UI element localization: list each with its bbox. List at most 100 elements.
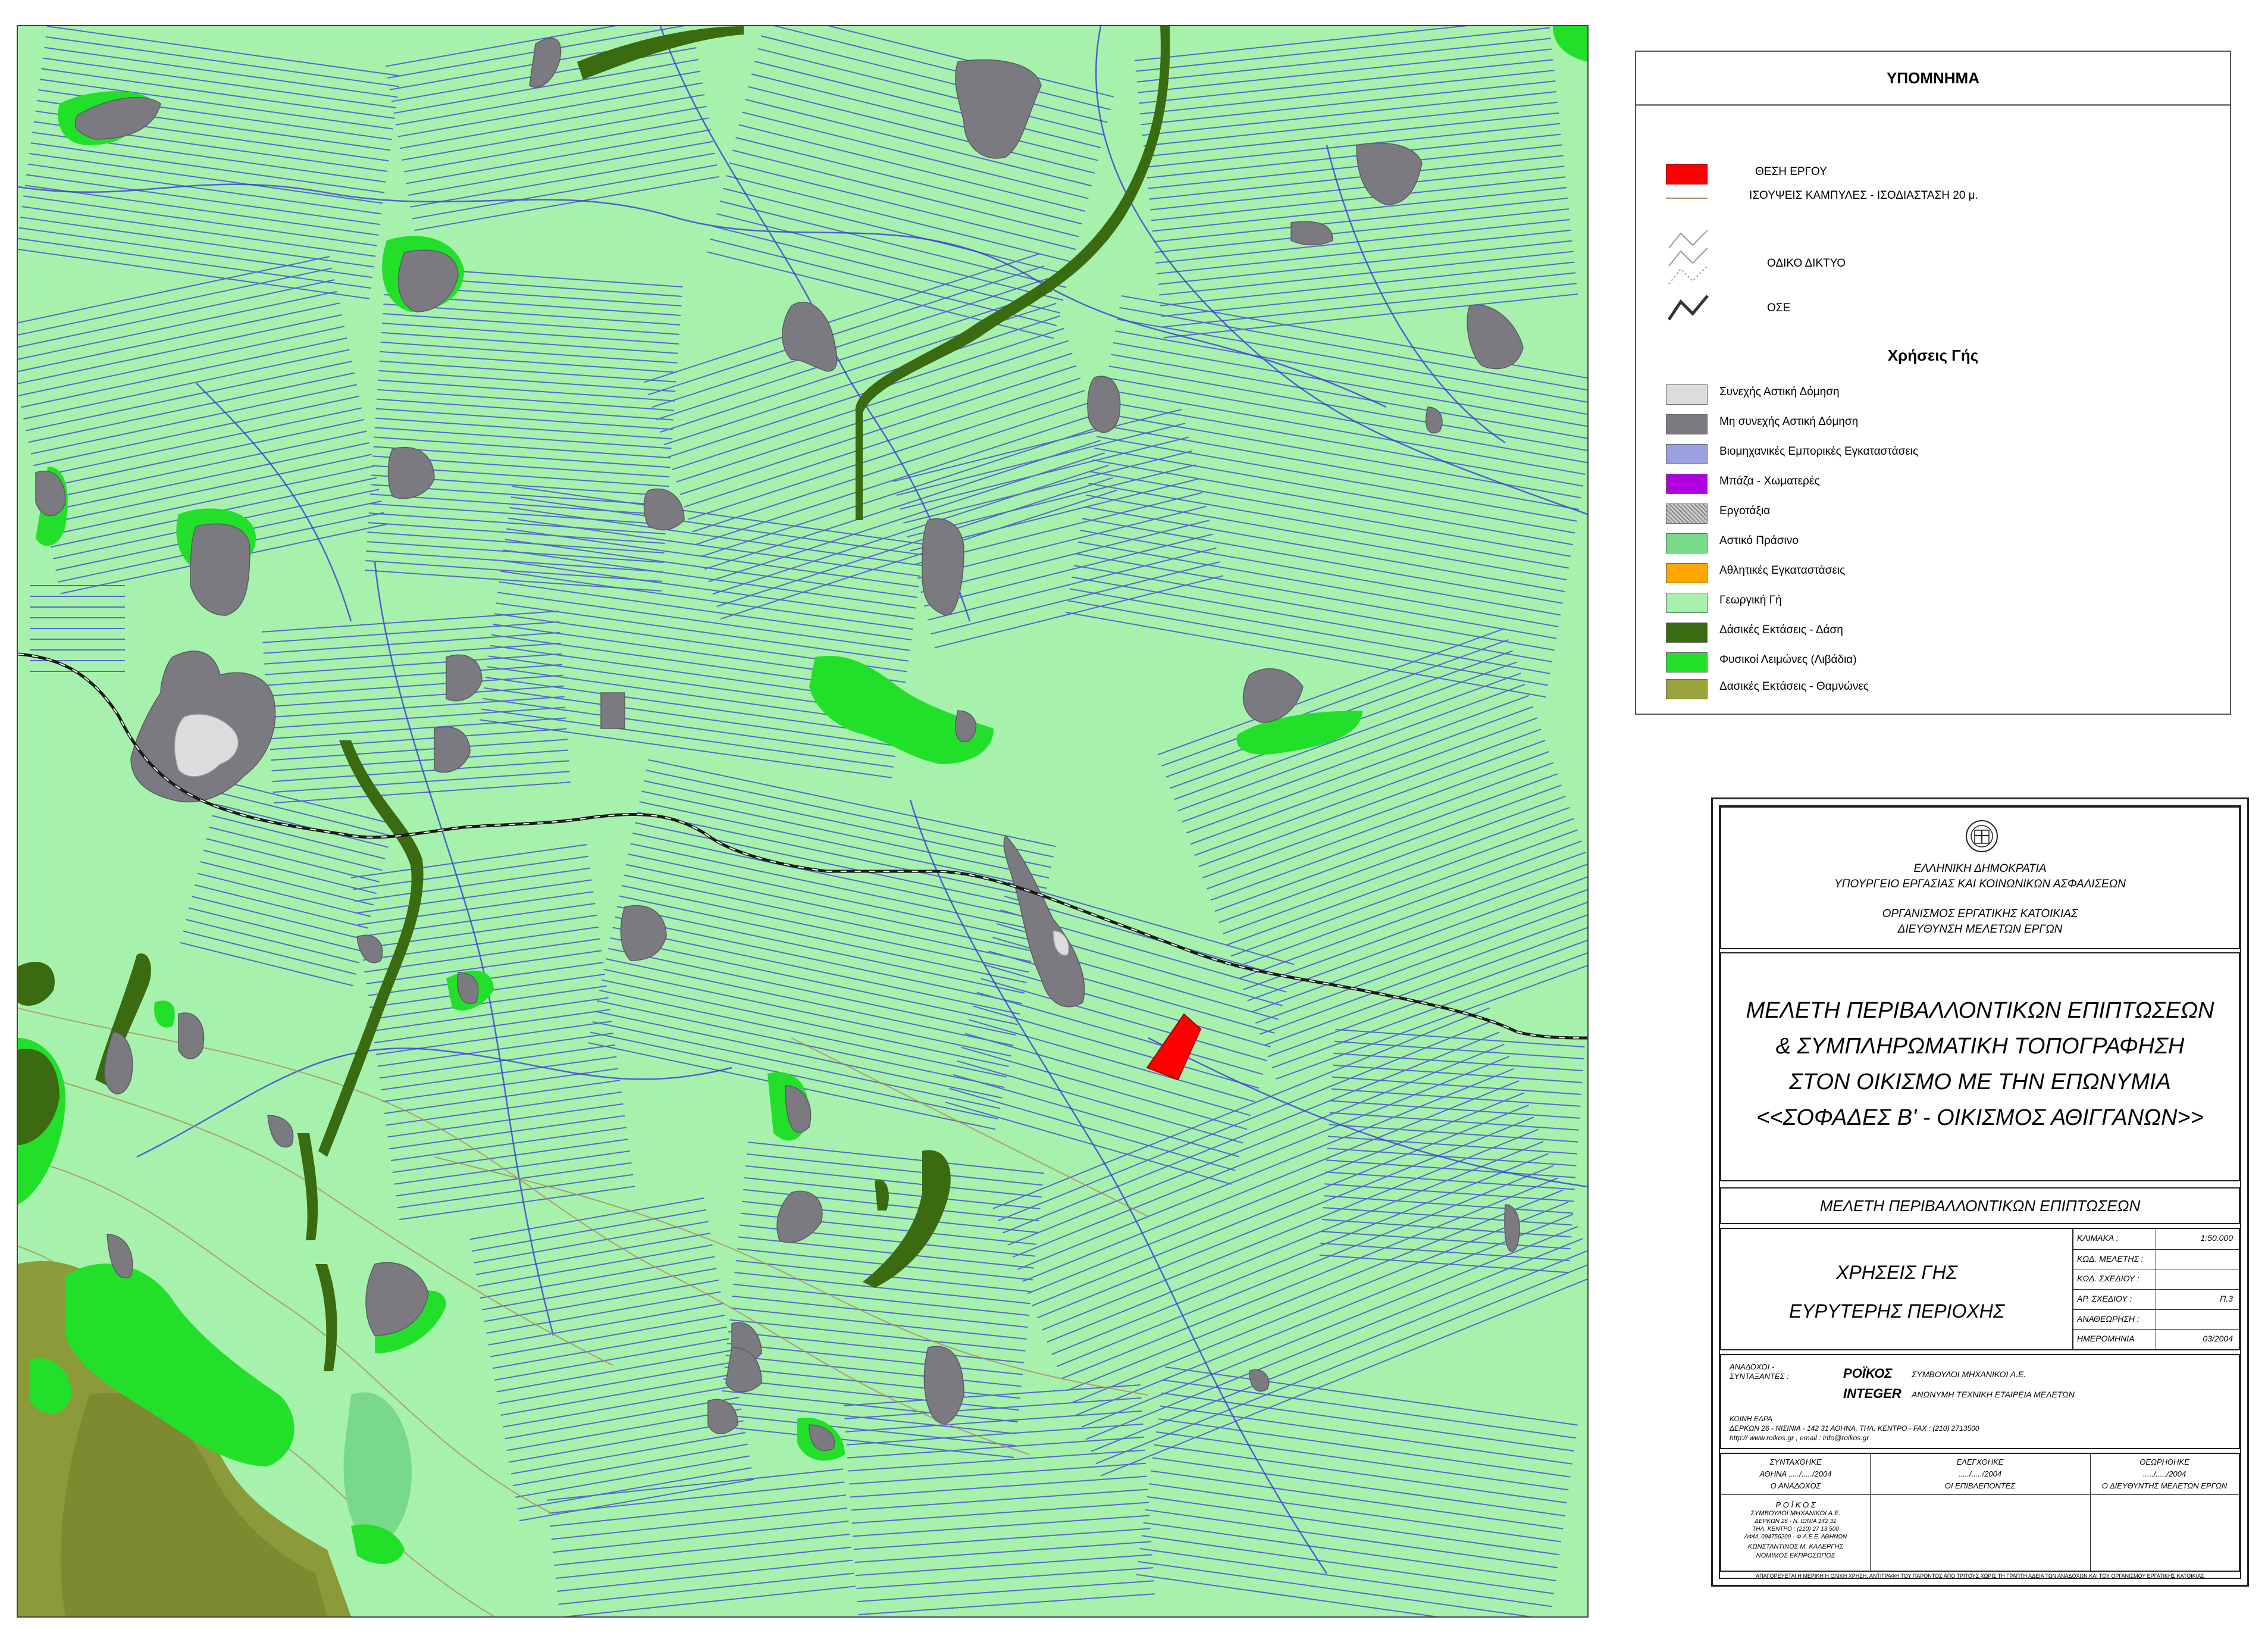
legend-label: Δασικές Εκτάσεις - Θαμνώνες bbox=[1719, 680, 1869, 693]
address-line-1: ΚΟΙΝΗ ΕΔΡΑ bbox=[1730, 1415, 1772, 1423]
land-use-swatch bbox=[1666, 533, 1708, 553]
field-label: ΚΩΔ. ΜΕΛΕΤΗΣ : bbox=[2077, 1253, 2144, 1263]
address-line-3: http:// www.roikos.gr , email : info@roi… bbox=[1730, 1434, 1869, 1442]
land-use-swatch bbox=[1666, 679, 1708, 699]
org-line-2: ΥΠΟΥΡΓΕΙΟ ΕΡΓΑΣΙΑΣ ΚΑΙ ΚΟΙΝΩΝΙΚΩΝ ΑΣΦΑΛΙ… bbox=[1834, 878, 2126, 890]
legend-label: Αστικό Πράσινο bbox=[1719, 534, 1799, 547]
field-value: Π.3 bbox=[2220, 1294, 2233, 1303]
contractor-2-desc: ΑΝΩΝΥΜΗ ΤΕΧΝΙΚΗ ΕΤΑΙΡΕΙΑ ΜΕΛΕΤΩΝ bbox=[1912, 1390, 2075, 1399]
legend-item-land-use: Εργοτάξια bbox=[1636, 501, 2230, 525]
legend-label: Αθλητικές Εγκαταστάσεις bbox=[1719, 564, 1846, 577]
drawing-title-line-2: ΕΥΡΥΤΕΡΗΣ ΠΕΡΙΟΧΗΣ bbox=[1788, 1300, 2005, 1322]
study-box: ΜΕΛΕΤΗ ΠΕΡΙΒΑΛΛΟΝΤΙΚΩΝ ΕΠΙΠΤΩΣΕΩΝ bbox=[1720, 1187, 2240, 1224]
field-label: ΗΜΕΡΟΜΗΝΙΑ bbox=[2077, 1334, 2135, 1344]
road-network-icon bbox=[1668, 230, 1708, 284]
issuer-box: ΕΛΛΗΝΙΚΗ ΔΗΜΟΚΡΑΤΙΑ ΥΠΟΥΡΓΕΙΟ ΕΡΓΑΣΙΑΣ Κ… bbox=[1720, 806, 2240, 949]
land-use-swatch bbox=[1666, 384, 1708, 405]
legend-item-land-use: Συνεχής Αστική Δόμηση bbox=[1636, 382, 2230, 406]
org-line-4: ΔΙΕΥΘΥΝΣΗ ΜΕΛΕΤΩΝ ΕΡΓΩΝ bbox=[1897, 923, 2063, 936]
sig-2-role: ΟΙ ΕΠΙΒΛΕΠΟΝΤΕΣ bbox=[1944, 1481, 2016, 1490]
legend-item-land-use: Αστικό Πράσινο bbox=[1636, 531, 2230, 555]
stamp-line: ΚΩΝΣΤΑΝΤΙΝΟΣ Μ. ΚΑΛΕΡΓΗΣ bbox=[1747, 1543, 1844, 1550]
stamp-line: Ρ Ο Ϊ Κ Ο Σ bbox=[1775, 1500, 1816, 1509]
study-name: ΜΕΛΕΤΗ ΠΕΡΙΒΑΛΛΟΝΤΙΚΩΝ ΕΠΙΠΤΩΣΕΩΝ bbox=[1819, 1197, 2141, 1215]
stamp-line: ΑΦΜ: 094756209 · Φ.Α.Ε.Ε. ΑΘΗΝΩΝ bbox=[1744, 1534, 1847, 1540]
legend-label: ΘΕΣΗ ΕΡΓΟΥ bbox=[1755, 165, 1827, 178]
project-title-line-3: ΣΤΟΝ ΟΙΚΙΣΜΟ ΜΕ ΤΗΝ ΕΠΩΝΥΜΙΑ bbox=[1789, 1069, 2171, 1094]
stamp-line: ΤΗΛ. ΚΕΝΤΡΟ : (210) 27 13 500 bbox=[1752, 1526, 1839, 1532]
land-use-swatch bbox=[1666, 503, 1708, 524]
land-use-swatch bbox=[1666, 593, 1708, 613]
project-site-swatch bbox=[1666, 164, 1708, 184]
legend-item-land-use: Μπάζα - Χωματερές bbox=[1636, 471, 2230, 495]
stamp-line: ΔΕΡΚΩΝ 26 · Ν. ΙΩΝΙΑ 142 31 bbox=[1755, 1518, 1837, 1525]
project-title-box: ΜΕΛΕΤΗ ΠΕΡΙΒΑΛΛΟΝΤΙΚΩΝ ΕΠΙΠΤΩΣΕΩΝ & ΣΥΜΠ… bbox=[1720, 952, 2240, 1181]
field-row: ΑΡ. ΣΧΕΔΙΟΥ : Π.3 bbox=[2072, 1289, 2239, 1310]
legend-label: ΙΣΟΥΨΕΙΣ ΚΑΜΠΥΛΕΣ - ΙΣΟΔΙΑΣΤΑΣΗ 20 μ. bbox=[1749, 189, 1978, 202]
legend-item-land-use: Δασικές Εκτάσεις - Θαμνώνες bbox=[1636, 677, 2230, 700]
contractor-1-name: ΡΟΪΚΟΣ bbox=[1843, 1366, 1893, 1381]
sig-1-role: Ο ΑΝΑΔΟΧΟΣ bbox=[1770, 1481, 1821, 1490]
field-row: ΗΜΕΡΟΜΗΝΙΑ 03/2004 bbox=[2072, 1329, 2239, 1350]
sig-3-title: ΘΕΩΡΗΘΗΚΕ bbox=[2139, 1458, 2189, 1466]
legend-label: Φυσικοί Λειμώνες (Λιβάδια) bbox=[1719, 653, 1857, 666]
legend-item-contours: ΙΣΟΥΨΕΙΣ ΚΑΜΠΥΛΕΣ - ΙΣΟΔΙΑΣΤΑΣΗ 20 μ. bbox=[1636, 186, 2230, 209]
stamp-line: ΣΥΜΒΟΥΛΟΙ ΜΗΧΑΝΙΚΟΙ Α.Ε. bbox=[1750, 1510, 1841, 1517]
legend-label: Μη συνεχής Αστική Δόμηση bbox=[1719, 415, 1859, 428]
land-use-swatch bbox=[1666, 563, 1708, 583]
legend-item-land-use: Φυσικοί Λειμώνες (Λιβάδια) bbox=[1636, 650, 2230, 674]
project-title-line-2: & ΣΥΜΠΛΗΡΩΜΑΤΙΚΗ ΤΟΠΟΓΡΑΦΗΣΗ bbox=[1775, 1034, 2185, 1059]
org-line-3: ΟΡΓΑΝΙΣΜΟΣ ΕΡΓΑΤΙΚΗΣ ΚΑΤΟΙΚΙΑΣ bbox=[1882, 908, 2078, 920]
legend-label: Συνεχής Αστική Δόμηση bbox=[1719, 386, 1840, 398]
contractor-2-name: INTEGER bbox=[1843, 1386, 1902, 1401]
legend-label: Εργοτάξια bbox=[1719, 505, 1771, 517]
sig-1-date: ΑΘΗΝΑ ...../...../2004 bbox=[1759, 1469, 1832, 1478]
sig-3-role: Ο ΔΙΕΥΘΥΝΤΗΣ ΜΕΛΕΤΩΝ ΕΡΓΩΝ bbox=[2101, 1481, 2228, 1490]
sig-2-date: ...../...../2004 bbox=[1958, 1469, 2002, 1478]
stamp-line: ΝΟΜΙΜΟΣ ΕΚΠΡΟΣΩΠΟΣ bbox=[1756, 1552, 1835, 1559]
land-use-swatch bbox=[1666, 623, 1708, 643]
address-line-2: ΔΕΡΚΩΝ 26 - ΝΙΣΙΝΙΑ - 142 31 ΑΘΗΝΑ, ΤΗΛ.… bbox=[1730, 1424, 1979, 1433]
legend-item-land-use: Δάσικές Εκτάσεις - Δάση bbox=[1636, 620, 2230, 644]
legend-label: Γεωργική Γή bbox=[1719, 594, 1782, 606]
drawing-title-line-1: ΧΡΗΣΕΙΣ ΓΗΣ bbox=[1836, 1262, 1957, 1283]
drawing-fields: ΚΛΙΜΑΚΑ : 1:50.000 ΚΩΔ. ΜΕΛΕΤΗΣ : ΚΩΔ. ΣΧΕΔ… bbox=[2072, 1229, 2239, 1350]
title-block: ΕΛΛΗΝΙΚΗ ΔΗΜΟΚΡΑΤΙΑ ΥΠΟΥΡΓΕΙΟ ΕΡΓΑΣΙΑΣ Κ… bbox=[1711, 797, 2249, 1587]
land-use-title: Χρήσεις Γής bbox=[1887, 346, 1979, 364]
sig-1-title: ΣΥΝΤΑΧΘΗΚΕ bbox=[1769, 1458, 1822, 1466]
contractors-box: ΑΝΑΔΟΧΟΙ - ΣΥΝΤΑΞΑΝΤΕΣ : ΡΟΪΚΟΣ ΣΥΜΒΟΥΛΟ… bbox=[1720, 1354, 2240, 1449]
legend-item-land-use: Βιομηχανικές Εμπορικές Εγκαταστάσεις bbox=[1636, 442, 2230, 465]
project-title-line-1: ΜΕΛΕΤΗ ΠΕΡΙΒΑΛΛΟΝΤΙΚΩΝ ΕΠΙΠΤΩΣΕΩΝ bbox=[1746, 998, 2214, 1023]
land-use-swatch bbox=[1666, 474, 1708, 494]
field-row: ΚΩΔ. ΣΧΕΔΙΟΥ : bbox=[2072, 1269, 2239, 1290]
greek-emblem-icon bbox=[1966, 820, 1998, 852]
land-use-swatch bbox=[1666, 652, 1708, 673]
contractor-1-desc: ΣΥΜΒΟΥΛΟΙ ΜΗΧΑΝΙΚΟΙ Α.Ε. bbox=[1912, 1369, 2026, 1379]
field-label: ΚΩΔ. ΣΧΕΔΙΟΥ : bbox=[2077, 1274, 2139, 1284]
sig-2-title: ΕΛΕΓΧΘΗΚΕ bbox=[1956, 1458, 2004, 1466]
legend-item-land-use: Μη συνεχής Αστική Δόμηση bbox=[1636, 412, 2230, 436]
land-use-swatch bbox=[1666, 444, 1708, 464]
legend: ΥΠΟΜΝΗΜΑ ΘΕΣΗ ΕΡΓΟΥ ΙΣΟΥΨΕΙΣ ΚΑΜΠΥΛΕΣ - … bbox=[1635, 51, 2231, 715]
land-use-swatch bbox=[1666, 414, 1708, 434]
legend-label: ΟΔΙΚΟ ΔΙΚΤΥΟ bbox=[1767, 257, 1846, 270]
legend-label: ΟΣΕ bbox=[1767, 302, 1791, 314]
legend-title: ΥΠΟΜΝΗΜΑ bbox=[1636, 52, 2230, 106]
legend-item-road-network: ΟΔΙΚΟ ΔΙΚΤΥΟ bbox=[1636, 230, 2230, 296]
legend-label: Μπάζα - Χωματερές bbox=[1719, 475, 1820, 487]
field-label: ΚΛΙΜΑΚΑ : bbox=[2077, 1233, 2119, 1243]
org-line-1: ΕΛΛΗΝΙΚΗ ΔΗΜΟΚΡΑΤΙΑ bbox=[1913, 862, 2047, 875]
contour-line-icon bbox=[1666, 198, 1708, 199]
land-use-map[interactable] bbox=[17, 25, 1589, 1618]
footer-note: ΑΠΑΓΟΡΕΥΕΤΑΙ Η ΜΕΡΙΚΗ Η ΟΛΙΚΗ ΧΡΗΣΗ, ΑΝΤ… bbox=[1756, 1573, 2204, 1579]
field-value: 1:50.000 bbox=[2200, 1233, 2233, 1243]
field-row: ΑΝΑΘΕΩΡΗΣΗ : bbox=[2072, 1309, 2239, 1330]
field-row: ΚΩΔ. ΜΕΛΕΤΗΣ : bbox=[2072, 1249, 2239, 1270]
legend-item-land-use: Αθλητικές Εγκαταστάσεις bbox=[1636, 561, 2230, 584]
drawing-title: ΧΡΗΣΕΙΣ ΓΗΣ ΕΥΡΥΤΕΡΗΣ ΠΕΡΙΟΧΗΣ bbox=[1721, 1229, 2073, 1349]
field-label: ΑΝΑΘΕΩΡΗΣΗ : bbox=[2077, 1313, 2139, 1324]
drawing-box: ΧΡΗΣΕΙΣ ΓΗΣ ΕΥΡΥΤΕΡΗΣ ΠΕΡΙΟΧΗΣ ΚΛΙΜΑΚΑ :… bbox=[1720, 1228, 2240, 1350]
project-title-line-4: <<ΣΟΦΑΔΕΣ Β' - ΟΙΚΙΣΜΟΣ ΑΘΙΓΓΑΝΩΝ>> bbox=[1756, 1105, 2204, 1130]
legend-label: Δάσικές Εκτάσεις - Δάση bbox=[1719, 624, 1843, 636]
signatures-box: ΣΥΝΤΑΧΘΗΚΕ ΑΘΗΝΑ ...../...../2004 Ο ΑΝΑΔ… bbox=[1720, 1453, 2240, 1572]
